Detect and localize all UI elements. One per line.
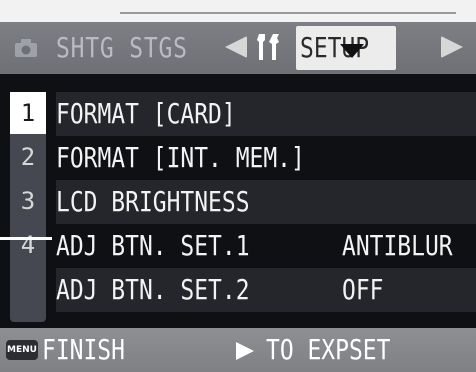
menu-item-label: FORMAT [CARD] bbox=[56, 97, 236, 130]
menu-item-adj-btn-set-2[interactable]: ADJ BTN. SET.2 OFF bbox=[56, 268, 476, 312]
play-right-icon bbox=[236, 342, 254, 360]
top-divider bbox=[120, 12, 456, 14]
camera-menu-screen: SHTG STGS SETUP 1 2 3 4 FORMAT [CARD] FO… bbox=[0, 0, 476, 372]
tab-right-arrow-icon[interactable] bbox=[441, 36, 463, 58]
menu-item-label: ADJ BTN. SET.2 bbox=[56, 273, 250, 306]
menu-item-format-int-mem[interactable]: FORMAT [INT. MEM.] bbox=[56, 136, 476, 180]
menu-button-icon: MENU bbox=[6, 340, 38, 360]
page-number-1[interactable]: 1 bbox=[10, 92, 46, 134]
tab-left-arrow-icon[interactable] bbox=[225, 36, 247, 58]
tab-shooting-settings[interactable]: SHTG STGS bbox=[56, 32, 188, 64]
menu-item-adj-btn-set-1[interactable]: ADJ BTN. SET.1 ANTIBLUR bbox=[56, 224, 476, 268]
to-expset-label: TO EXPSET bbox=[266, 333, 391, 366]
menu-item-label: FORMAT [INT. MEM.] bbox=[56, 141, 305, 174]
tools-icon-svg bbox=[257, 34, 279, 60]
finish-label: FINISH bbox=[42, 333, 125, 366]
bottom-bar: MENU FINISH TO EXPSET bbox=[0, 328, 476, 372]
menu-item-format-card[interactable]: FORMAT [CARD] bbox=[56, 92, 476, 136]
menu-item-label: ADJ BTN. SET.1 bbox=[56, 229, 250, 262]
page-number-3[interactable]: 3 bbox=[10, 180, 46, 222]
menu-item-value: ANTIBLUR bbox=[342, 229, 453, 262]
menu-item-lcd-brightness[interactable]: LCD BRIGHTNESS bbox=[56, 180, 476, 224]
tab-bar: SHTG STGS SETUP bbox=[0, 22, 476, 74]
page-number-4[interactable]: 4 bbox=[10, 224, 46, 266]
menu-item-value: OFF bbox=[342, 273, 384, 306]
wrench-screwdriver-icon bbox=[251, 30, 289, 64]
page-number-2[interactable]: 2 bbox=[10, 136, 46, 178]
menu-item-label: LCD BRIGHTNESS bbox=[56, 185, 250, 218]
camera-icon[interactable] bbox=[12, 34, 40, 62]
camera-icon-svg bbox=[15, 39, 37, 57]
top-border bbox=[0, 0, 476, 22]
pointer-line bbox=[0, 237, 52, 240]
